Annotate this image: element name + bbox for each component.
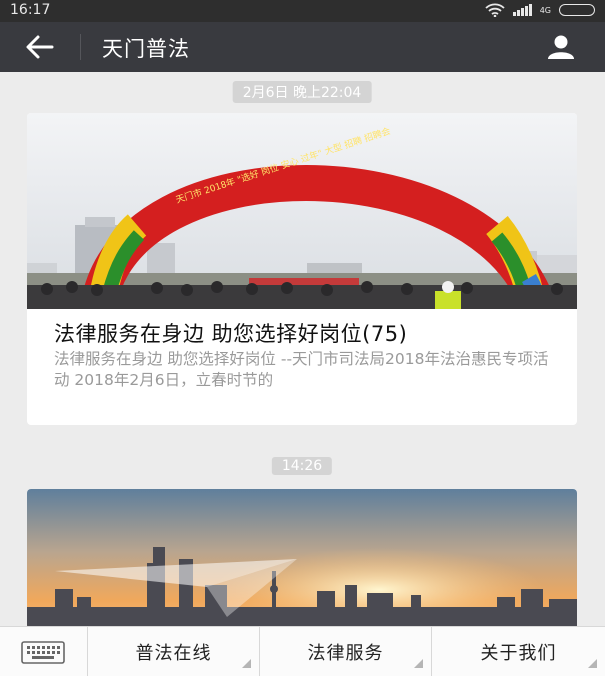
submenu-indicator-icon xyxy=(414,659,423,668)
network-type: 4G xyxy=(539,5,551,15)
submenu-indicator-icon xyxy=(588,659,597,668)
signal-icon xyxy=(512,4,532,16)
keyboard-toggle[interactable] xyxy=(0,627,87,676)
submenu-indicator-icon xyxy=(242,659,251,668)
article-summary: 法律服务在身边 助您选择好岗位 --天门市司法局2018年法治惠民专项活动 20… xyxy=(54,350,549,389)
status-icons: 4G xyxy=(485,3,595,17)
status-bar: 16:17 4G xyxy=(0,0,605,22)
keyboard-icon[interactable] xyxy=(21,641,65,664)
nav-divider xyxy=(80,34,81,60)
menu-item-legal-services[interactable]: 法律服务 xyxy=(259,627,431,676)
arrow-left-icon[interactable] xyxy=(24,34,56,60)
menu-item-label: 普法在线 xyxy=(135,642,212,664)
menu-item-pufa-online[interactable]: 普法在线 xyxy=(87,627,259,676)
message-timestamp: 2月6日 晚上22:04 xyxy=(232,81,372,103)
battery-icon xyxy=(559,4,595,16)
article-cover-image xyxy=(27,489,577,629)
message-timestamp: 14:26 xyxy=(271,457,333,475)
person-icon[interactable] xyxy=(545,34,577,60)
page-title: 天门普法 xyxy=(102,37,190,61)
bottom-menu-bar: 普法在线 法律服务 关于我们 xyxy=(0,626,605,676)
article-card[interactable] xyxy=(27,489,577,629)
menu-item-about-us[interactable]: 关于我们 xyxy=(431,627,605,676)
wifi-icon xyxy=(485,3,505,17)
menu-item-label: 法律服务 xyxy=(307,642,384,664)
status-time: 16:17 xyxy=(10,2,51,18)
article-title[interactable]: 法律服务在身边 助您选择好岗位(75) xyxy=(54,318,407,348)
article-card[interactable]: 天门市 2018年 "选好 岗位 安心 过年" 大型 招聘 招聘会 法律服务在身… xyxy=(27,113,577,425)
nav-bar: 天门普法 xyxy=(0,22,605,72)
menu-item-label: 关于我们 xyxy=(480,642,557,664)
article-cover-image: 天门市 2018年 "选好 岗位 安心 过年" 大型 招聘 招聘会 xyxy=(27,113,577,309)
